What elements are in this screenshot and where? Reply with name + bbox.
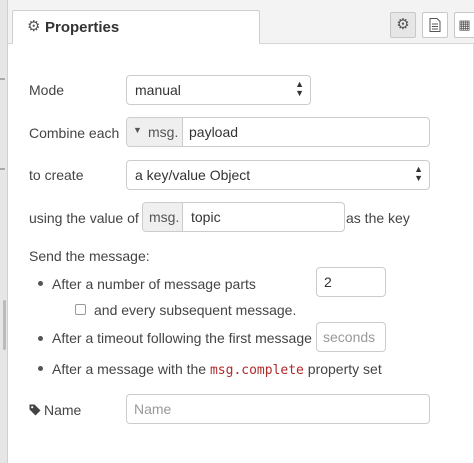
scrollbar-thumb[interactable]: [3, 300, 6, 350]
parts-count-input[interactable]: 2: [316, 267, 386, 297]
key-property-value: topic: [191, 209, 221, 225]
key-typed-input[interactable]: msg. topic: [142, 202, 345, 232]
edge-marker: [0, 78, 5, 80]
appearance-toggle-button[interactable]: ▦: [454, 12, 474, 38]
document-icon: [429, 18, 441, 32]
name-label: Name: [29, 401, 81, 419]
as-key-label: as the key: [346, 210, 410, 226]
create-select-value: a key/value Object: [135, 167, 251, 183]
select-arrows-icon: ▲ ▼: [295, 79, 304, 98]
subsequent-checkbox[interactable]: [75, 304, 86, 315]
gear-icon: ⚙: [27, 18, 41, 35]
list-bullet: [38, 336, 43, 341]
mode-select-value: manual: [135, 82, 181, 98]
gear-icon: ⚙: [396, 16, 410, 33]
description-toggle-button[interactable]: [422, 12, 448, 38]
name-label-text: Name: [44, 402, 82, 418]
palette-icon: ▦: [458, 17, 471, 32]
properties-form: Mode manual ▲ ▼ Combine each ▼ msg. paylo…: [8, 44, 474, 463]
mode-label: Mode: [29, 82, 65, 98]
complete-label: After a message with the msg.complete pr…: [52, 360, 382, 380]
settings-toggle-button[interactable]: ⚙: [390, 12, 416, 38]
left-panel-edge: [0, 0, 8, 463]
key-type-label: msg.: [149, 209, 180, 225]
create-label: to create: [29, 167, 84, 183]
complete-code: msg.complete: [209, 363, 304, 378]
complete-suffix: property set: [307, 361, 382, 377]
using-label: using the value of: [29, 210, 139, 226]
select-arrows-icon: ▲ ▼: [414, 164, 423, 183]
create-select[interactable]: a key/value Object ▲ ▼: [126, 160, 430, 190]
tab-title: Properties: [45, 19, 120, 36]
tray-header: ⚙ Properties ⚙ ▦: [8, 0, 474, 45]
timeout-placeholder: seconds: [323, 329, 376, 345]
name-placeholder: Name: [134, 401, 172, 417]
timeout-label: After a timeout following the first mess…: [52, 330, 312, 346]
edge-marker: [0, 168, 5, 170]
caret-down-icon: ▼: [133, 125, 142, 135]
combine-property-value: payload: [189, 124, 239, 140]
tab-properties[interactable]: ⚙ Properties: [12, 10, 260, 45]
combine-type-label: msg.: [148, 124, 179, 140]
key-type-select[interactable]: msg.: [143, 203, 183, 231]
name-input[interactable]: Name: [126, 394, 430, 424]
combine-type-select[interactable]: ▼ msg.: [127, 118, 183, 146]
timeout-input[interactable]: seconds: [316, 322, 386, 352]
tag-icon: [29, 404, 41, 416]
list-bullet: [38, 281, 43, 286]
subsequent-label: and every subsequent message.: [94, 302, 297, 318]
parts-label: After a number of message parts: [52, 276, 256, 292]
combine-label: Combine each: [29, 125, 120, 141]
list-bullet: [38, 366, 43, 371]
send-label: Send the message:: [29, 248, 150, 264]
complete-prefix: After a message with the: [52, 361, 207, 377]
parts-count-value: 2: [324, 274, 332, 290]
combine-typed-input[interactable]: ▼ msg. payload: [126, 117, 430, 147]
mode-select[interactable]: manual ▲ ▼: [126, 75, 311, 105]
